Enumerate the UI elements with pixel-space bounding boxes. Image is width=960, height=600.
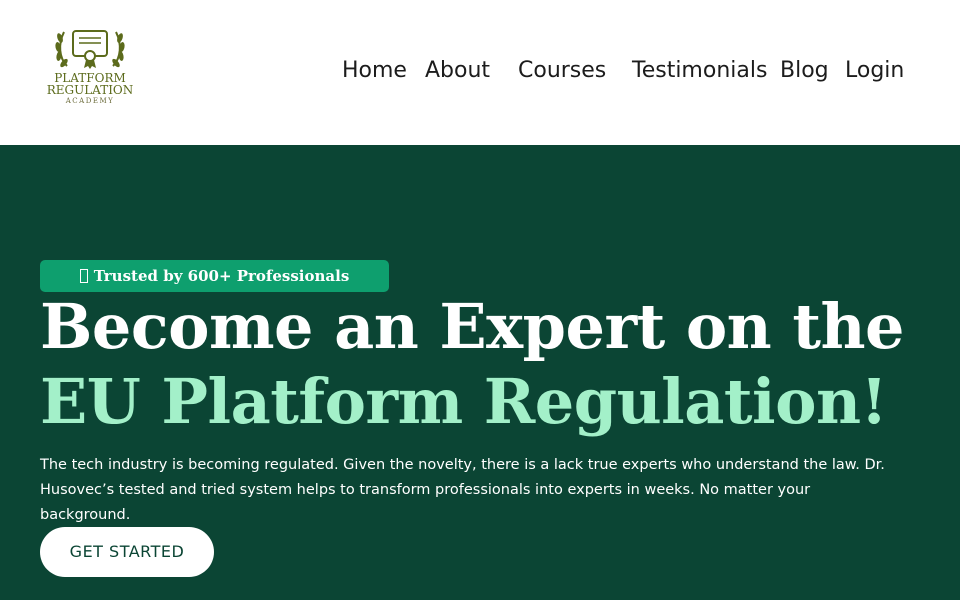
get-started-button[interactable]: GET STARTED: [40, 527, 214, 577]
nav-testimonials[interactable]: Testimonials: [632, 54, 767, 88]
nav-courses[interactable]: Courses: [518, 54, 606, 88]
nav-login[interactable]: Login: [845, 54, 904, 88]
nav-home[interactable]: Home: [342, 54, 407, 88]
nav-about[interactable]: About: [425, 54, 490, 88]
certificate-laurel-icon: [55, 30, 125, 69]
site-header: PLATFORM REGULATION ACADEMY Home About C…: [0, 0, 960, 145]
nav-blog[interactable]: Blog: [780, 54, 829, 88]
trusted-badge: Trusted by 600+ Professionals: [40, 260, 389, 292]
hero-description: The tech industry is becoming regulated.…: [40, 457, 885, 523]
logo-text-line3: ACADEMY: [65, 97, 115, 105]
missing-glyph-icon: [79, 269, 88, 283]
hero-title-line2: EU Platform Regulation!: [40, 365, 888, 438]
logo-text-line2: REGULATION: [46, 83, 134, 97]
badge-text: Trusted by 600+ Professionals: [93, 267, 350, 285]
hero-section: Trusted by 600+ Professionals Become an …: [0, 145, 960, 600]
hero-title-line1: Become an Expert on the: [40, 290, 905, 363]
logo[interactable]: PLATFORM REGULATION ACADEMY: [40, 26, 140, 110]
